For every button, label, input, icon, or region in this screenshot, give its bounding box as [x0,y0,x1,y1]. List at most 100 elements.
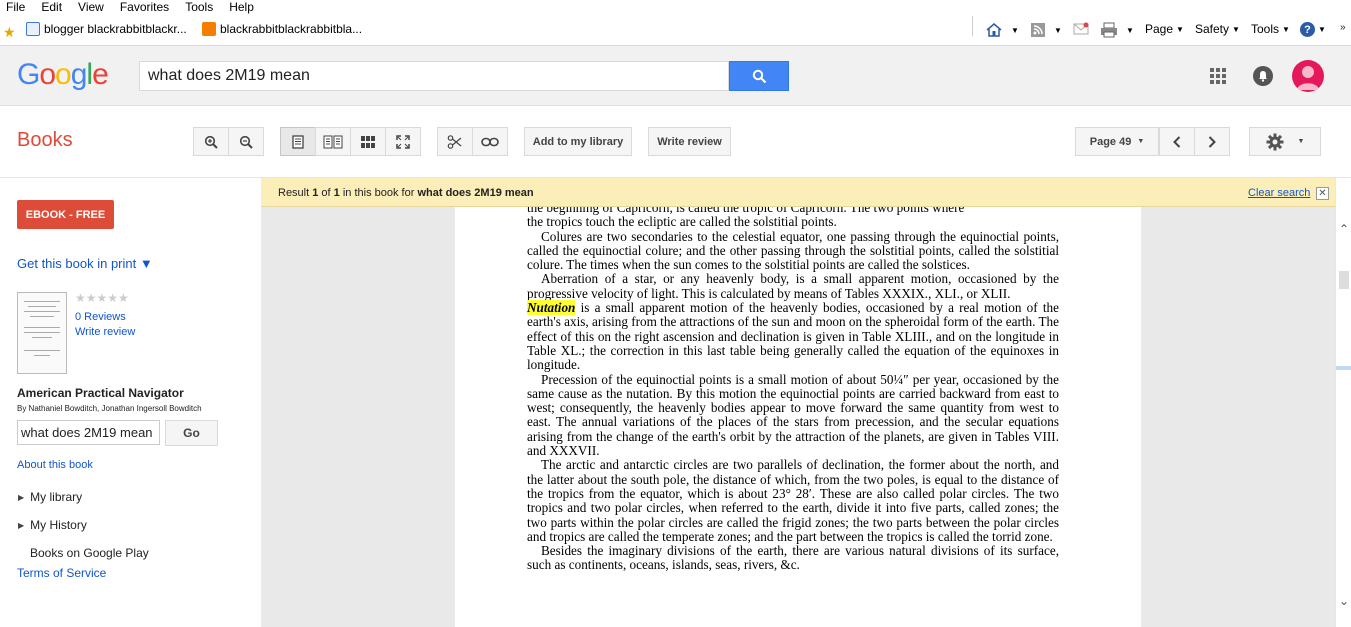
zoom-in-button[interactable] [193,127,229,156]
page-text: the beginning of Capricorn, is called th… [527,207,1059,573]
book-cover-thumbnail[interactable] [17,292,67,374]
result-query: what does 2M19 mean [417,187,534,199]
page-selector-label: Page 49 [1089,135,1132,148]
fullscreen-button[interactable] [385,127,421,156]
terms-of-service-link[interactable]: Terms of Service [17,566,106,580]
menu-edit[interactable]: Edit [41,1,62,13]
home-icon[interactable]: ▼ [985,22,1019,38]
single-page-icon [292,134,304,149]
chevron-down-icon: ▼ [1232,24,1240,34]
search-highlight[interactable]: Nutation [527,300,576,316]
settings-dropdown[interactable]: ▼ [1249,127,1321,156]
get-this-book-in-print-link[interactable]: Get this book in print ▼ [17,256,153,271]
apps-grid-icon[interactable] [1210,68,1226,84]
thumbnail-view-button[interactable] [350,127,386,156]
print-icon[interactable]: ▼ [1100,22,1134,38]
books-on-google-play-link[interactable]: Books on Google Play [30,546,149,560]
paragraph-precession: Precession of the equinoctial points is … [527,371,1059,459]
paragraph-aberration: Aberration of a star, or any heavenly bo… [527,271,1059,301]
ebook-free-button[interactable]: EBOOK - FREE [17,200,114,229]
favorite-label: blackrabbitblackrabbitbla... [220,22,363,36]
my-library-label: My library [30,490,83,504]
more-chevron-icon[interactable]: » [1340,22,1346,33]
viewer-scrollbar[interactable]: ⌃ ⌄ [1335,178,1351,627]
scrollbar-thumb[interactable] [1339,271,1349,289]
chevron-down-icon: ▼ [1318,25,1326,34]
chevron-down-icon[interactable]: ▼ [1126,26,1134,35]
menu-help[interactable]: Help [229,1,254,13]
google-header: Google [0,46,1351,106]
about-this-book-link[interactable]: About this book [17,459,93,471]
books-toolbar: Books Add to my library Write review Pag… [0,106,1351,178]
toolbar-divider [972,16,973,36]
two-page-view-button[interactable] [315,127,351,156]
paragraph-besides: Besides the imaginary divisions of the e… [527,543,1059,573]
zoom-out-button[interactable] [228,127,264,156]
book-authors: By Nathaniel Bowditch, Jonathan Ingersol… [17,404,202,413]
safety-menu-label: Safety [1195,22,1230,36]
link-button[interactable] [472,127,508,156]
mail-icon[interactable] [1073,22,1089,36]
favorite-link-blogger-page[interactable]: blogger blackrabbitblackr... [26,22,187,36]
scroll-up-icon[interactable]: ⌃ [1339,222,1349,236]
gear-icon [1266,133,1284,150]
google-logo[interactable]: Google [17,58,109,92]
page-menu[interactable]: Page ▼ [1145,22,1184,36]
go-button[interactable]: Go [165,420,218,446]
reviews-link[interactable]: 0 Reviews [75,311,126,323]
search-in-book-input[interactable] [17,420,160,445]
blogger-icon [202,22,216,36]
my-library-link[interactable]: ▶ My library [18,490,82,504]
rss-feed-icon[interactable]: ▼ [1030,22,1062,38]
page-selector-dropdown[interactable]: Page 49 ▼ [1075,127,1159,156]
expand-triangle-icon: ▶ [18,492,25,502]
my-history-link[interactable]: ▶ My History [18,518,87,532]
search-hit-marker [1336,366,1351,370]
clip-button[interactable] [437,127,473,156]
account-avatar[interactable] [1292,60,1324,92]
safety-menu[interactable]: Safety ▼ [1195,22,1240,36]
ie-menu-bar: File Edit View Favorites Tools Help [0,0,1351,14]
write-review-button[interactable]: Write review [648,127,731,156]
favorites-star-icon[interactable]: ★ [3,24,16,41]
chevron-down-icon: ▼ [1282,24,1290,34]
search-input[interactable] [139,61,729,91]
fullscreen-icon [396,134,410,149]
scroll-down-icon[interactable]: ⌄ [1339,594,1349,608]
rating-stars: ★★★★★ [75,291,129,305]
favorites-bar: ★ blogger blackrabbitblackr... blackrabb… [0,14,1351,46]
single-page-view-button[interactable] [280,127,316,156]
tools-menu-label: Tools [1251,22,1280,36]
paragraph-colures: Colures are two secondaries to the celes… [527,228,1059,273]
scissors-icon [447,134,462,149]
tools-menu[interactable]: Tools ▼ [1251,22,1290,36]
chevron-down-icon[interactable]: ▼ [1054,26,1062,35]
menu-favorites[interactable]: Favorites [120,1,169,13]
user-icon [1297,66,1319,90]
result-mid: in this book for [339,187,418,199]
notifications-bell-icon[interactable] [1253,66,1273,86]
search-button[interactable] [729,61,789,91]
write-review-link[interactable]: Write review [75,326,135,338]
chevron-down-icon: ▼ [1297,138,1305,145]
two-page-icon [323,135,343,148]
chevron-down-icon[interactable]: ▼ [1011,26,1019,35]
help-icon[interactable]: ? ▼ [1300,22,1326,37]
close-icon[interactable]: ✕ [1316,187,1329,200]
chevron-left-icon [1173,135,1181,148]
next-page-button[interactable] [1194,127,1230,156]
grid-view-icon [361,135,375,148]
books-title[interactable]: Books [17,129,73,152]
search-icon [752,69,766,83]
menu-tools[interactable]: Tools [185,1,213,13]
add-to-library-button[interactable]: Add to my library [524,127,632,156]
favorite-link-blogger[interactable]: blackrabbitblackrabbitbla... [202,22,362,36]
clear-search-link[interactable]: Clear search [1248,187,1310,199]
expand-triangle-icon: ▶ [18,520,25,530]
paragraph-text: is a small apparent motion of the heaven… [527,300,1059,373]
previous-page-button[interactable] [1159,127,1195,156]
menu-file[interactable]: File [6,1,25,13]
paragraph-nutation: Nutation is a small apparent motion of t… [527,300,1059,373]
my-history-label: My History [30,518,87,532]
menu-view[interactable]: View [78,1,104,13]
